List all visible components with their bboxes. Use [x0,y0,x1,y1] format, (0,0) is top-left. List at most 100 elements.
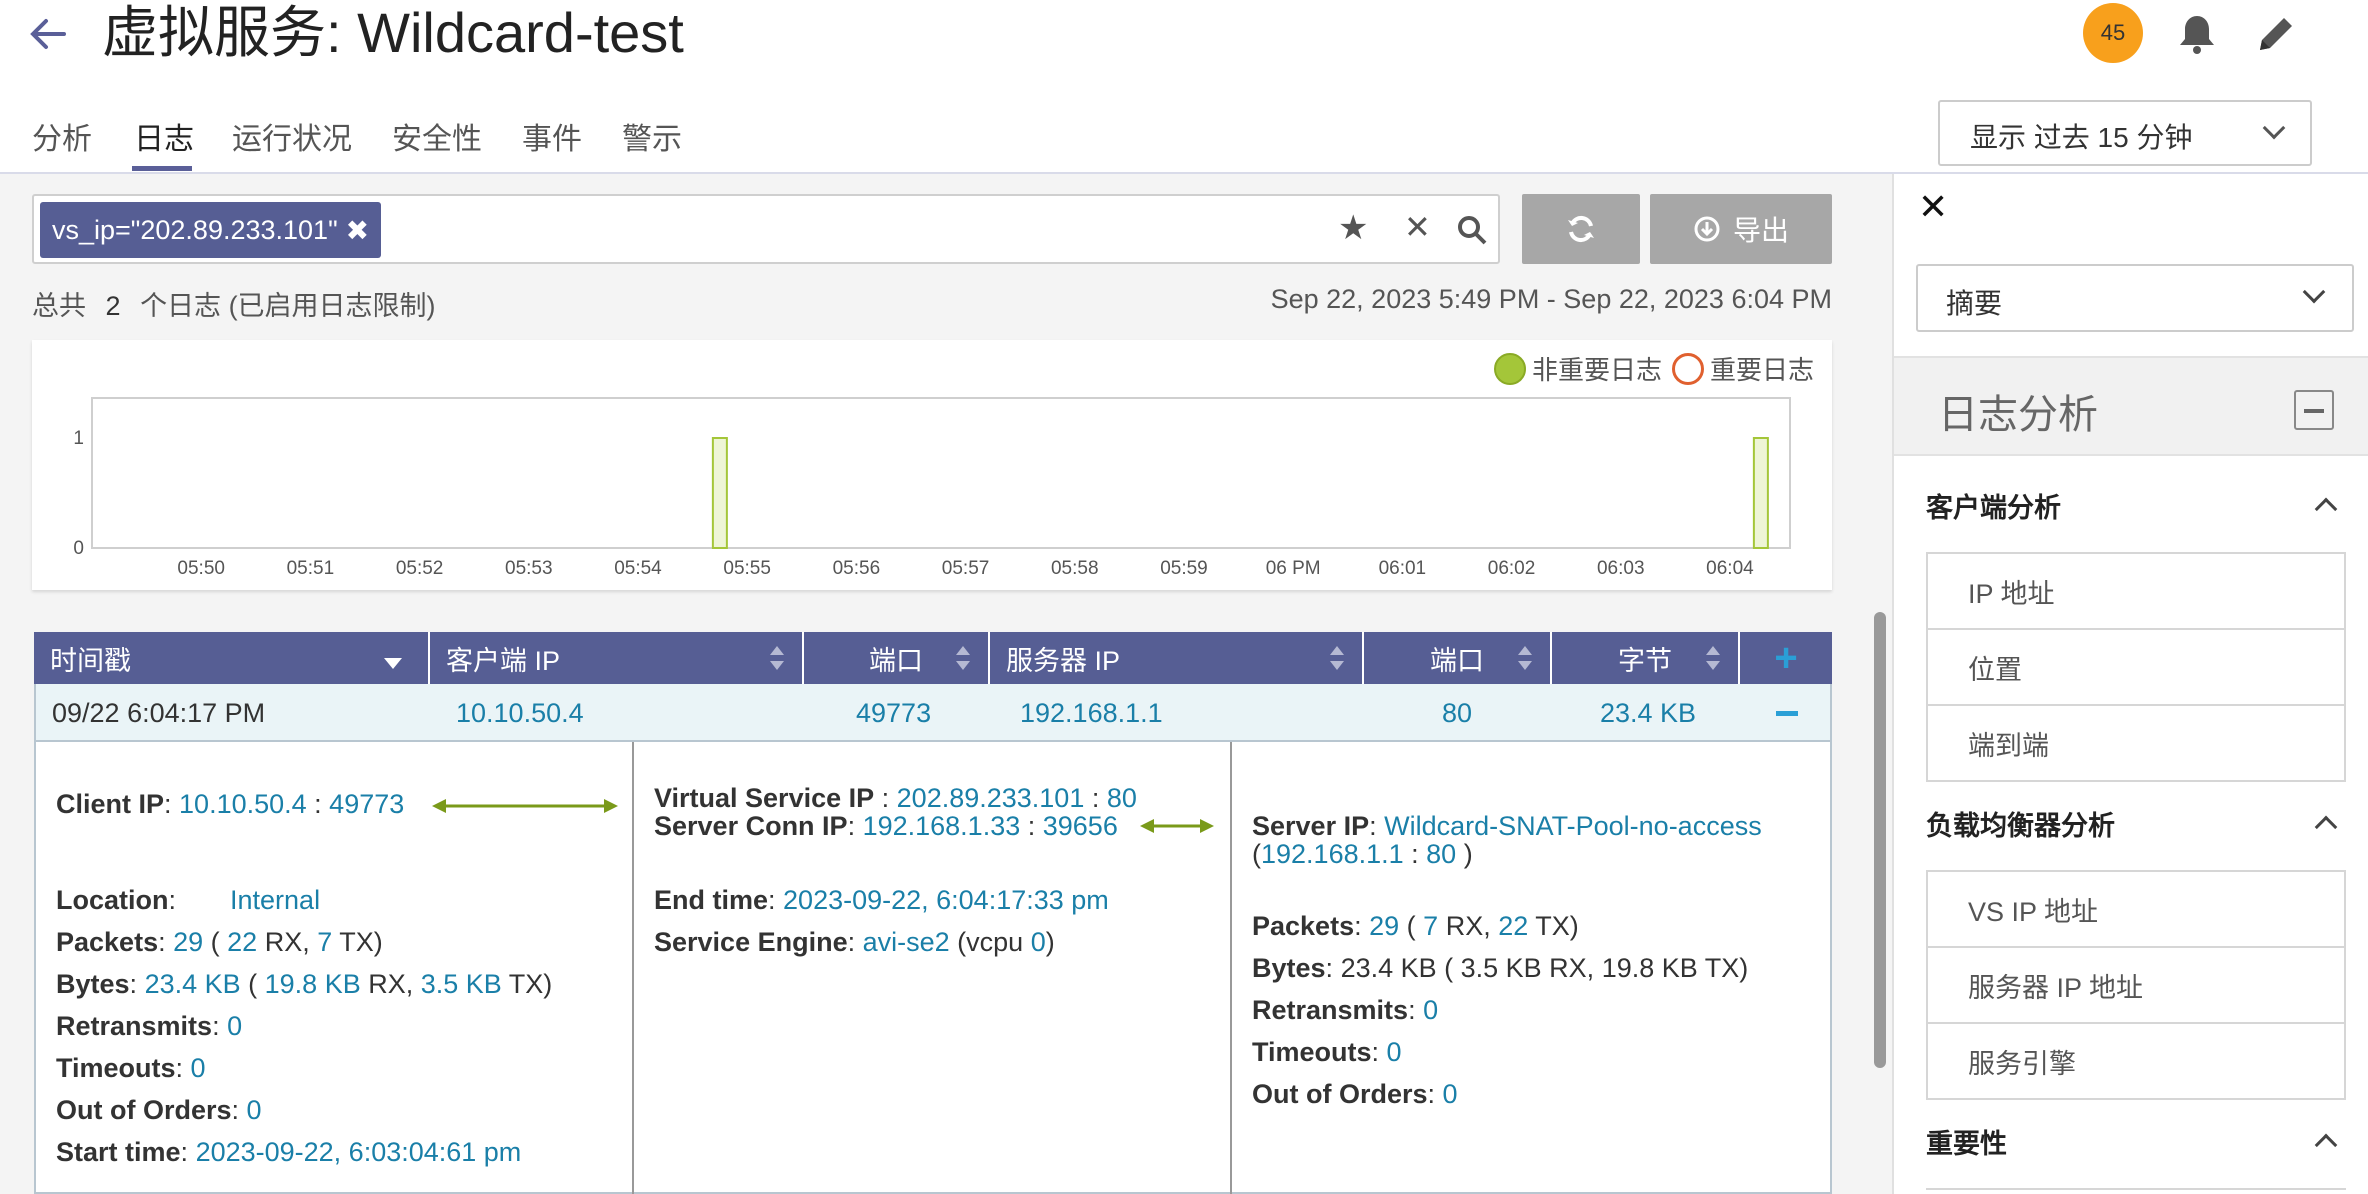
detail-divider [632,742,634,1194]
alert-count-badge[interactable]: 45 [2083,3,2143,63]
retransmits-value[interactable]: 0 [1423,995,1438,1025]
x-tick-label: 06:03 [1597,558,1645,579]
edit-pencil-icon[interactable] [2254,12,2296,56]
server-port-value[interactable]: 80 [1426,839,1456,869]
sidebar-item-location[interactable]: 位置 [1926,630,2346,706]
log-time-range: Sep 22, 2023 5:49 PM - Sep 22, 2023 6:04… [1270,284,1832,314]
view-select[interactable]: 摘要 [1916,264,2354,332]
col-bytes[interactable]: 字节 [1552,632,1740,684]
location-value[interactable]: Internal [230,885,320,915]
tab-health[interactable]: 运行状况 [232,114,352,158]
server-ip-value[interactable]: 192.168.1.1 [1261,839,1404,869]
server-ip-port-line: (192.168.1.1 : 80 ) [1252,839,1473,869]
client-packets-line: Packets: 29 ( 22 RX, 7 TX) [56,927,383,957]
bytes-rx-value[interactable]: 19.8 KB [265,969,361,999]
col-timestamp[interactable]: 时间戳 [34,632,430,684]
section-title-lb: 负载均衡器分析 [1926,810,2115,841]
search-bar[interactable]: vs_ip="202.89.233.101" ✖ ★ ✕ [32,194,1500,264]
timeouts-label: Timeouts [1252,1037,1372,1067]
ooo-value[interactable]: 0 [247,1095,262,1125]
sidebar-item-ip-address[interactable]: IP 地址 [1926,554,2346,630]
bytes-value[interactable]: 23.4 KB [145,969,241,999]
add-column-button[interactable]: + [1740,632,1832,684]
collapse-row-icon[interactable] [1776,711,1798,716]
packets-tx-value[interactable]: 22 [1498,911,1528,941]
section-header-client[interactable]: 客户端分析 [1926,482,2346,528]
client-port-value[interactable]: 49773 [329,789,404,819]
tab-security[interactable]: 安全性 [392,114,482,158]
se-value[interactable]: avi-se2 [863,927,950,957]
col-server-ip-label: 服务器 IP [1006,645,1121,676]
server-retransmits-line: Retransmits: 0 [1252,995,1439,1025]
x-tick-label: 06 PM [1266,558,1321,579]
search-icon[interactable] [1456,214,1488,246]
cell-server-port[interactable]: 80 [1442,684,1472,742]
packets-rx-value[interactable]: 22 [227,927,257,957]
col-client-ip[interactable]: 客户端 IP [430,632,804,684]
col-client-port[interactable]: 端口 [804,632,990,684]
tab-events[interactable]: 事件 [522,114,582,158]
conn-ip-line: Server Conn IP: 192.168.1.33 : 39656 [654,811,1118,841]
collapse-panel-icon[interactable] [2294,390,2334,430]
refresh-button[interactable] [1522,194,1640,264]
retransmits-value[interactable]: 0 [227,1011,242,1041]
summary-suffix: 个日志 (已启用日志限制) [140,291,436,321]
sidebar-item-service-engine[interactable]: 服务引擎 [1926,1024,2346,1100]
vs-port-value[interactable]: 80 [1107,783,1137,813]
main-scrollbar[interactable] [1874,612,1886,1068]
sidebar-item-end-to-end[interactable]: 端到端 [1926,706,2346,782]
timeouts-value[interactable]: 0 [191,1053,206,1083]
vcpu-value[interactable]: 0 [1031,927,1046,957]
bytes-tx-value[interactable]: 3.5 KB [421,969,502,999]
cell-bytes[interactable]: 23.4 KB [1600,684,1696,742]
section-items-lb: VS IP 地址 服务器 IP 地址 服务引擎 [1926,870,2346,1100]
tab-active-indicator [132,166,192,171]
conn-ip-value[interactable]: 192.168.1.33 [863,811,1021,841]
filter-chip[interactable]: vs_ip="202.89.233.101" ✖ [40,202,382,258]
time-range-select[interactable]: 显示 过去 15 分钟 [1938,100,2312,166]
bell-icon[interactable] [2176,12,2218,56]
vs-ip-value[interactable]: 202.89.233.101 [897,783,1085,813]
packets-tx-value[interactable]: 7 [317,927,332,957]
sort-desc-icon [384,658,402,669]
server-pool-value[interactable]: Wildcard-SNAT-Pool-no-access [1384,811,1762,841]
client-bytes-line: Bytes: 23.4 KB ( 19.8 KB RX, 3.5 KB TX) [56,969,553,999]
end-time-value[interactable]: 2023-09-22, 6:04:17:33 pm [783,885,1109,915]
section-title-significance: 重要性 [1926,1128,2007,1159]
packets-value[interactable]: 29 [173,927,203,957]
timeouts-value[interactable]: 0 [1387,1037,1402,1067]
section-header-lb[interactable]: 负载均衡器分析 [1926,800,2346,846]
summary-prefix: 总共 [32,291,86,321]
x-tick-label: 05:57 [942,558,990,579]
cell-server-ip[interactable]: 192.168.1.1 [1020,684,1163,742]
export-label: 导出 [1732,215,1789,246]
col-server-ip[interactable]: 服务器 IP [990,632,1364,684]
export-button[interactable]: 导出 [1650,194,1832,264]
tab-alerts[interactable]: 警示 [622,114,682,158]
conn-port-value[interactable]: 39656 [1043,811,1118,841]
time-range-value: 显示 过去 15 分钟 [1970,122,2193,153]
service-engine-line: Service Engine: avi-se2 (vcpu 0) [654,927,1055,957]
remove-filter-icon[interactable]: ✖ [346,214,369,247]
clear-icon[interactable]: ✕ [1404,208,1431,246]
close-sidebar-icon[interactable]: ✕ [1918,186,1948,228]
ooo-value[interactable]: 0 [1443,1079,1458,1109]
packets-value[interactable]: 29 [1369,911,1399,941]
sort-icon [770,646,784,670]
sidebar-item-vs-ip[interactable]: VS IP 地址 [1926,872,2346,948]
cell-client-port[interactable]: 49773 [856,684,931,742]
section-header-significance[interactable]: 重要性 [1926,1118,2346,1164]
sidebar-item-server-ip[interactable]: 服务器 IP 地址 [1926,948,2346,1024]
tab-analysis[interactable]: 分析 [32,114,92,158]
tab-logs[interactable]: 日志 [134,114,194,158]
back-arrow-icon[interactable] [26,12,70,56]
cell-client-ip[interactable]: 10.10.50.4 [456,684,584,742]
sort-icon [1706,646,1720,670]
start-time-value[interactable]: 2023-09-22, 6:03:04:61 pm [196,1137,522,1167]
star-icon[interactable]: ★ [1338,208,1368,248]
table-row[interactable]: 09/22 6:04:17 PM 10.10.50.4 49773 192.16… [34,684,1832,742]
col-server-port[interactable]: 端口 [1364,632,1552,684]
client-ip-value[interactable]: 10.10.50.4 [179,789,307,819]
histogram-bar [1752,437,1769,549]
packets-rx-value[interactable]: 7 [1423,911,1438,941]
